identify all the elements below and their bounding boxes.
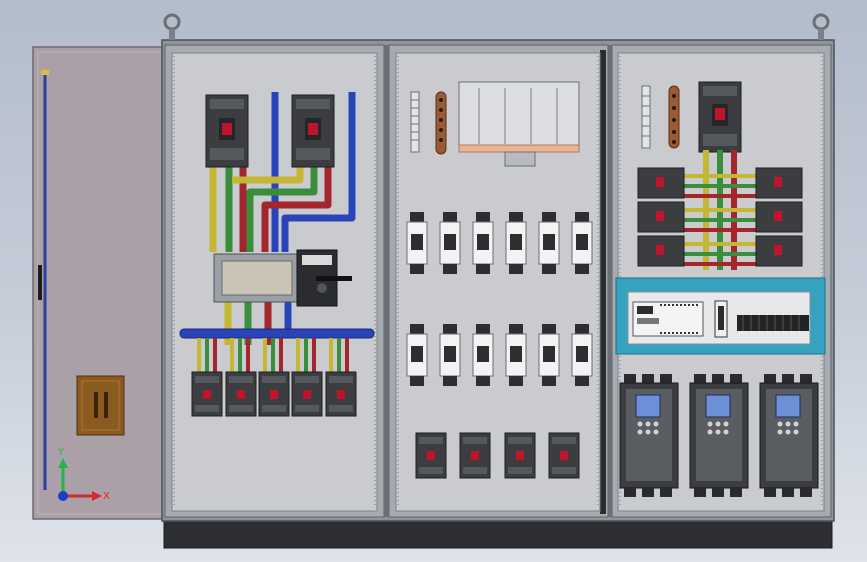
variable-frequency-drive — [619, 374, 679, 497]
axis-label-x: X — [103, 491, 110, 502]
variable-frequency-drive — [689, 374, 749, 497]
fuse-holder — [505, 212, 527, 274]
fuse-holder — [505, 324, 527, 386]
branch-breaker — [755, 235, 803, 267]
branch-breaker — [637, 167, 685, 199]
fuse-holder — [571, 212, 593, 274]
branch-breaker — [637, 201, 685, 233]
door-handle-plate — [76, 375, 125, 436]
branch-breaker — [637, 235, 685, 267]
small-breaker — [415, 432, 447, 479]
fuse-holder — [472, 324, 494, 386]
small-breaker — [459, 432, 491, 479]
terminal-strip — [641, 85, 651, 149]
outgoing-breaker — [191, 371, 223, 417]
outgoing-breaker — [325, 371, 357, 417]
fuse-holder — [439, 212, 461, 274]
terminal-strip — [410, 91, 420, 153]
axis-label-y: Y — [57, 447, 65, 458]
cabinet-model-viewport[interactable]: Y X Z — [0, 0, 867, 562]
small-breaker — [548, 432, 580, 479]
branch-breaker — [755, 201, 803, 233]
outgoing-breaker — [291, 371, 323, 417]
main-breaker — [205, 94, 249, 168]
terminal-block — [737, 315, 809, 331]
fuse-holder — [538, 212, 560, 274]
transfer-switch — [213, 249, 352, 307]
outgoing-breaker — [225, 371, 257, 417]
fuse-holder — [406, 324, 428, 386]
cabinet-plinth — [163, 518, 833, 549]
variable-frequency-drive — [759, 374, 819, 497]
fuse-holder — [406, 212, 428, 274]
lifting-eye-icon — [812, 13, 830, 40]
fuse-holder — [439, 324, 461, 386]
cabinet-door — [32, 46, 168, 520]
main-breaker — [291, 94, 335, 168]
earth-bar — [668, 85, 680, 149]
fuse-holder — [571, 324, 593, 386]
fuse-holder — [472, 212, 494, 274]
main-breaker — [698, 81, 742, 153]
distribution-busbar — [179, 328, 375, 339]
control-tray — [615, 277, 826, 355]
branch-breaker — [755, 167, 803, 199]
lifting-eye-icon — [163, 13, 181, 40]
outgoing-breaker — [258, 371, 290, 417]
plc-module — [632, 301, 704, 337]
fuse-holder — [538, 324, 560, 386]
small-breaker — [504, 432, 536, 479]
earth-bar — [435, 91, 447, 155]
